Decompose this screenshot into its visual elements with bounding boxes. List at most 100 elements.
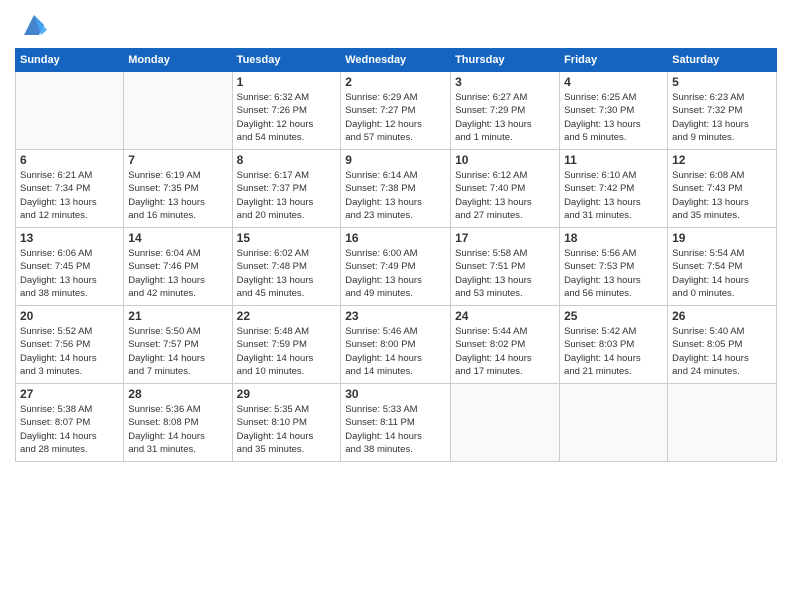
day-info: Sunrise: 5:36 AM Sunset: 8:08 PM Dayligh… [128, 403, 227, 456]
day-number: 11 [564, 153, 663, 167]
weekday-header-tuesday: Tuesday [232, 49, 341, 72]
calendar-cell [124, 72, 232, 150]
calendar-cell: 26Sunrise: 5:40 AM Sunset: 8:05 PM Dayli… [668, 306, 777, 384]
calendar-cell: 29 Sunrise: 5:35 AM Sunset: 8:10 PM Dayli… [232, 384, 341, 462]
calendar-cell: 28 Sunrise: 5:36 AM Sunset: 8:08 PM Dayli… [124, 384, 232, 462]
day-number: 20 [20, 309, 119, 323]
day-number: 23 [345, 309, 446, 323]
day-info: Sunrise: 5:48 AM Sunset: 7:59 PM Dayligh… [237, 325, 337, 378]
calendar-cell: 15 Sunrise: 6:02 AM Sunset: 7:48 PM Dayli… [232, 228, 341, 306]
calendar-cell: 2 Sunrise: 6:29 AM Sunset: 7:27 PM Daylig… [341, 72, 451, 150]
day-number: 22 [237, 309, 337, 323]
day-number: 19 [672, 231, 772, 245]
weekday-header-thursday: Thursday [451, 49, 560, 72]
calendar-cell: 13 Sunrise: 6:06 AM Sunset: 7:45 PM Dayli… [16, 228, 124, 306]
day-number: 15 [237, 231, 337, 245]
day-number: 17 [455, 231, 555, 245]
day-info: Sunrise: 6:12 AM Sunset: 7:40 PM Dayligh… [455, 169, 555, 222]
day-number: 18 [564, 231, 663, 245]
day-info: Sunrise: 6:19 AM Sunset: 7:35 PM Dayligh… [128, 169, 227, 222]
calendar-cell [668, 384, 777, 462]
day-number: 1 [237, 75, 337, 89]
day-info: Sunrise: 6:10 AM Sunset: 7:42 PM Dayligh… [564, 169, 663, 222]
day-info: Sunrise: 6:21 AM Sunset: 7:34 PM Dayligh… [20, 169, 119, 222]
calendar-cell: 11 Sunrise: 6:10 AM Sunset: 7:42 PM Dayli… [560, 150, 668, 228]
calendar-cell: 24Sunrise: 5:44 AM Sunset: 8:02 PM Dayli… [451, 306, 560, 384]
day-number: 21 [128, 309, 227, 323]
calendar-cell: 10 Sunrise: 6:12 AM Sunset: 7:40 PM Dayli… [451, 150, 560, 228]
calendar-cell: 17 Sunrise: 5:58 AM Sunset: 7:51 PM Dayli… [451, 228, 560, 306]
day-info: Sunrise: 6:02 AM Sunset: 7:48 PM Dayligh… [237, 247, 337, 300]
day-info: Sunrise: 6:32 AM Sunset: 7:26 PM Dayligh… [237, 91, 337, 144]
day-info: Sunrise: 6:27 AM Sunset: 7:29 PM Dayligh… [455, 91, 555, 144]
day-info: Sunrise: 6:04 AM Sunset: 7:46 PM Dayligh… [128, 247, 227, 300]
day-number: 13 [20, 231, 119, 245]
calendar-cell: 7 Sunrise: 6:19 AM Sunset: 7:35 PM Daylig… [124, 150, 232, 228]
day-number: 30 [345, 387, 446, 401]
calendar-cell: 16 Sunrise: 6:00 AM Sunset: 7:49 PM Dayli… [341, 228, 451, 306]
calendar-cell: 8 Sunrise: 6:17 AM Sunset: 7:37 PM Daylig… [232, 150, 341, 228]
calendar-cell: 27 Sunrise: 5:38 AM Sunset: 8:07 PM Dayli… [16, 384, 124, 462]
calendar-cell: 4 Sunrise: 6:25 AM Sunset: 7:30 PM Daylig… [560, 72, 668, 150]
day-info: Sunrise: 6:17 AM Sunset: 7:37 PM Dayligh… [237, 169, 337, 222]
calendar-table: SundayMondayTuesdayWednesdayThursdayFrid… [15, 48, 777, 462]
day-info: Sunrise: 5:54 AM Sunset: 7:54 PM Dayligh… [672, 247, 772, 300]
day-number: 25 [564, 309, 663, 323]
day-info: Sunrise: 5:35 AM Sunset: 8:10 PM Dayligh… [237, 403, 337, 456]
day-info: Sunrise: 6:06 AM Sunset: 7:45 PM Dayligh… [20, 247, 119, 300]
day-info: Sunrise: 6:23 AM Sunset: 7:32 PM Dayligh… [672, 91, 772, 144]
calendar-cell: 9 Sunrise: 6:14 AM Sunset: 7:38 PM Daylig… [341, 150, 451, 228]
day-number: 10 [455, 153, 555, 167]
day-number: 7 [128, 153, 227, 167]
day-info: Sunrise: 6:14 AM Sunset: 7:38 PM Dayligh… [345, 169, 446, 222]
calendar-cell: 20 Sunrise: 5:52 AM Sunset: 7:56 PM Dayli… [16, 306, 124, 384]
calendar-cell: 30Sunrise: 5:33 AM Sunset: 8:11 PM Dayli… [341, 384, 451, 462]
logo-icon [19, 10, 49, 40]
weekday-header-saturday: Saturday [668, 49, 777, 72]
calendar-cell: 3 Sunrise: 6:27 AM Sunset: 7:29 PM Daylig… [451, 72, 560, 150]
weekday-header-sunday: Sunday [16, 49, 124, 72]
calendar-cell: 25 Sunrise: 5:42 AM Sunset: 8:03 PM Dayli… [560, 306, 668, 384]
day-number: 4 [564, 75, 663, 89]
calendar-cell [16, 72, 124, 150]
logo [15, 10, 49, 40]
day-number: 16 [345, 231, 446, 245]
day-info: Sunrise: 5:38 AM Sunset: 8:07 PM Dayligh… [20, 403, 119, 456]
day-number: 8 [237, 153, 337, 167]
day-info: Sunrise: 6:29 AM Sunset: 7:27 PM Dayligh… [345, 91, 446, 144]
day-number: 29 [237, 387, 337, 401]
weekday-header-friday: Friday [560, 49, 668, 72]
weekday-header-wednesday: Wednesday [341, 49, 451, 72]
day-number: 9 [345, 153, 446, 167]
day-number: 5 [672, 75, 772, 89]
day-number: 3 [455, 75, 555, 89]
calendar-cell: 1 Sunrise: 6:32 AM Sunset: 7:26 PM Daylig… [232, 72, 341, 150]
calendar-cell [451, 384, 560, 462]
day-number: 28 [128, 387, 227, 401]
calendar-cell: 22 Sunrise: 5:48 AM Sunset: 7:59 PM Dayli… [232, 306, 341, 384]
calendar-cell: 6 Sunrise: 6:21 AM Sunset: 7:34 PM Daylig… [16, 150, 124, 228]
calendar-cell: 21 Sunrise: 5:50 AM Sunset: 7:57 PM Dayli… [124, 306, 232, 384]
day-number: 2 [345, 75, 446, 89]
day-info: Sunrise: 5:40 AM Sunset: 8:05 PM Dayligh… [672, 325, 772, 378]
weekday-header-monday: Monday [124, 49, 232, 72]
day-info: Sunrise: 5:52 AM Sunset: 7:56 PM Dayligh… [20, 325, 119, 378]
day-info: Sunrise: 5:58 AM Sunset: 7:51 PM Dayligh… [455, 247, 555, 300]
day-info: Sunrise: 6:08 AM Sunset: 7:43 PM Dayligh… [672, 169, 772, 222]
day-number: 24 [455, 309, 555, 323]
day-info: Sunrise: 5:46 AM Sunset: 8:00 PM Dayligh… [345, 325, 446, 378]
calendar-cell: 18 Sunrise: 5:56 AM Sunset: 7:53 PM Dayli… [560, 228, 668, 306]
calendar-cell: 12 Sunrise: 6:08 AM Sunset: 7:43 PM Dayli… [668, 150, 777, 228]
day-number: 27 [20, 387, 119, 401]
day-info: Sunrise: 5:42 AM Sunset: 8:03 PM Dayligh… [564, 325, 663, 378]
day-info: Sunrise: 5:56 AM Sunset: 7:53 PM Dayligh… [564, 247, 663, 300]
calendar-cell: 5 Sunrise: 6:23 AM Sunset: 7:32 PM Daylig… [668, 72, 777, 150]
calendar-cell: 23 Sunrise: 5:46 AM Sunset: 8:00 PM Dayli… [341, 306, 451, 384]
day-info: Sunrise: 6:25 AM Sunset: 7:30 PM Dayligh… [564, 91, 663, 144]
calendar-cell [560, 384, 668, 462]
calendar-cell: 19 Sunrise: 5:54 AM Sunset: 7:54 PM Dayli… [668, 228, 777, 306]
day-number: 12 [672, 153, 772, 167]
day-info: Sunrise: 6:00 AM Sunset: 7:49 PM Dayligh… [345, 247, 446, 300]
day-number: 6 [20, 153, 119, 167]
day-info: Sunrise: 5:50 AM Sunset: 7:57 PM Dayligh… [128, 325, 227, 378]
